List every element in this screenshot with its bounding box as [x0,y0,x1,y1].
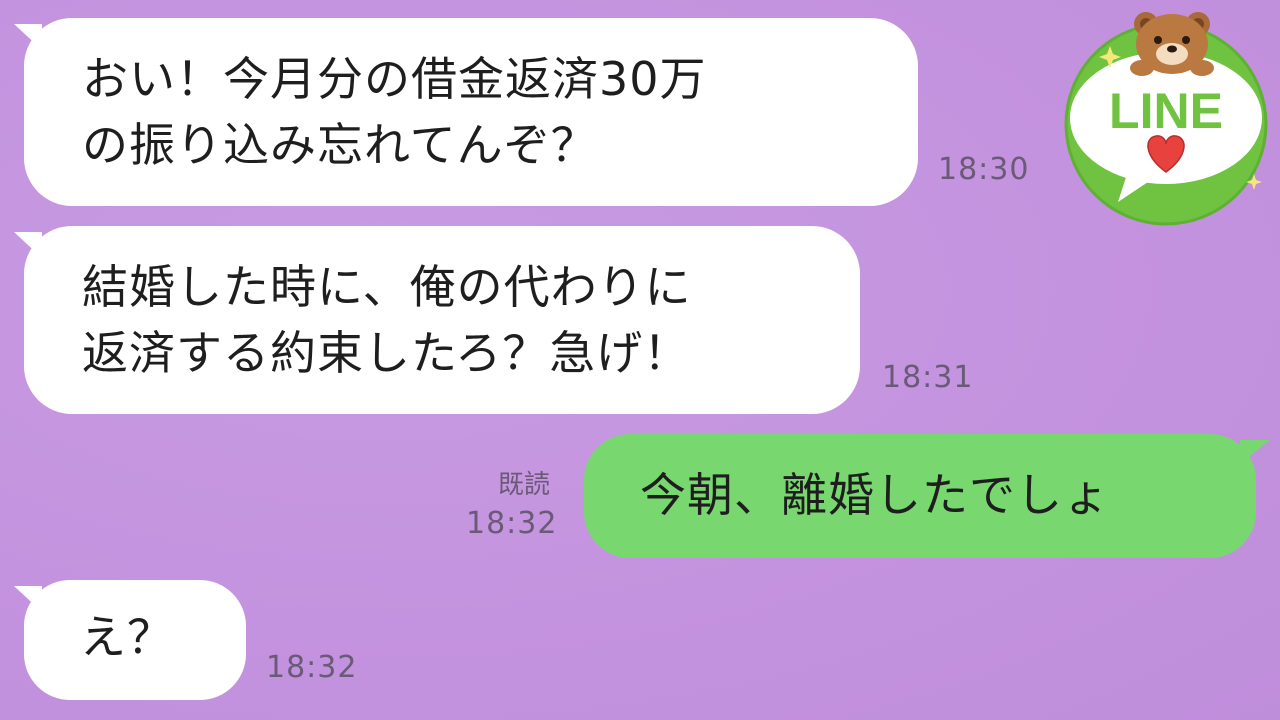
read-receipt: 既読 [498,470,551,500]
message-text-line: え？ [80,610,174,664]
incoming-message-bubble[interactable]: おい！今月分の借金返済30万 の振り込み忘れてんぞ？ [24,18,918,206]
message-text-line: の振り込み忘れてんぞ？ [82,118,598,172]
message-text-line: おい！今月分の借金返済30万 [82,52,707,106]
incoming-message-bubble[interactable]: 結婚した時に、俺の代わりに 返済する約束したろ？急げ！ [24,226,860,414]
message-timestamp: 18:30 [938,152,1030,187]
message-text-line: 今朝、離婚したでしょ [640,468,1110,522]
message-timestamp: 18:31 [882,360,974,395]
message-timestamp: 18:32 [266,650,358,685]
bubble-tail [1240,440,1270,464]
outgoing-message-bubble[interactable]: 今朝、離婚したでしょ [584,434,1256,558]
logo-text: LINE [1109,83,1223,139]
incoming-message-bubble[interactable]: え？ [24,580,246,700]
line-logo: LINE [1064,12,1268,226]
message-text-line: 返済する約束したろ？急げ！ [82,326,691,380]
bear-mascot-icon [1130,12,1214,76]
message-text-line: 結婚した時に、俺の代わりに [82,260,692,314]
message-timestamp: 18:32 [466,506,558,541]
